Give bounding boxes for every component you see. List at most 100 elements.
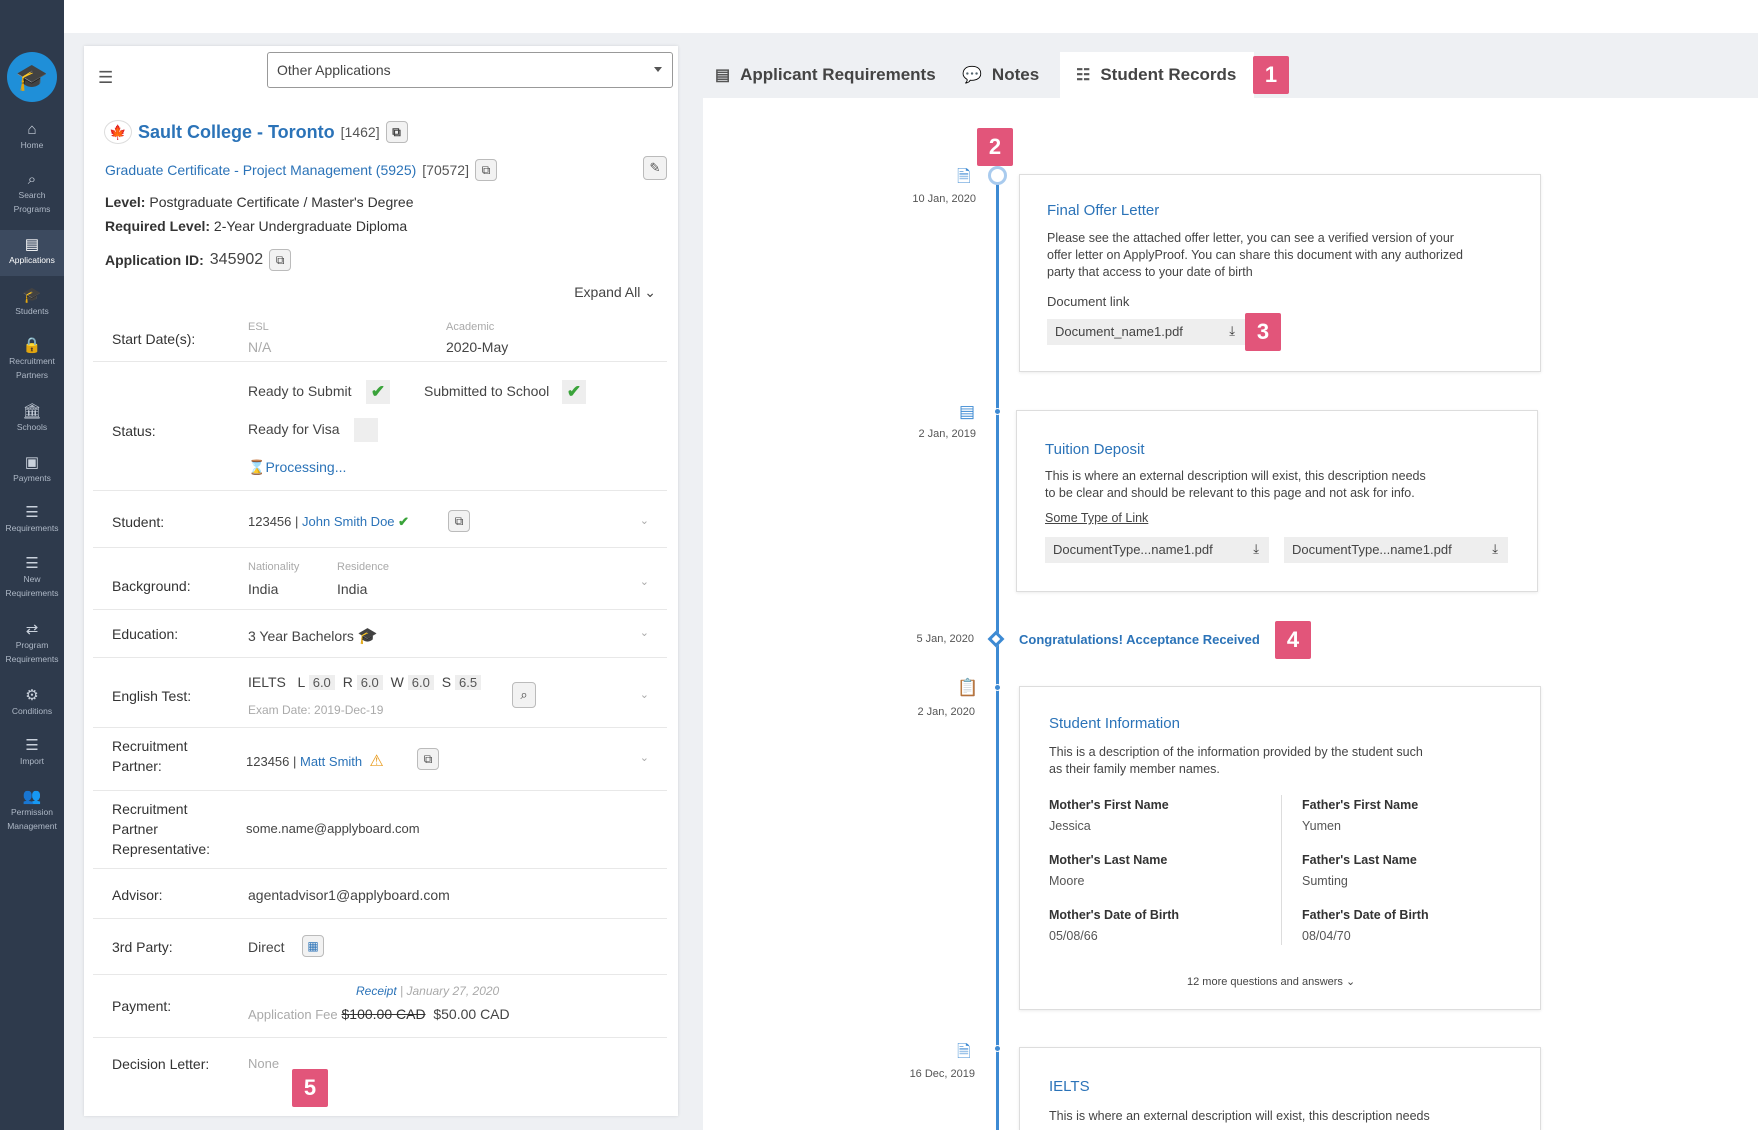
copy-icon[interactable]: ⧉ (474, 159, 497, 181)
english-test-row[interactable]: English Test: IELTS L 6.0 R 6.0 W 6.0 S … (93, 658, 667, 728)
copy-icon[interactable]: ⧉ (417, 748, 439, 770)
application-id-label: Application ID: (105, 252, 204, 268)
partner-name-link[interactable]: Matt Smith (300, 754, 362, 769)
file-name: DocumentType...name1.pdf (1292, 542, 1452, 557)
background-row[interactable]: Background: Nationality India Residence … (93, 548, 667, 610)
copy-icon[interactable]: ⧉ (385, 121, 408, 143)
row-label: Recruitment Partner Representative: (112, 799, 210, 859)
desc-line: This is a description of the information… (1049, 745, 1423, 759)
chevron-down-icon[interactable]: ⌄ (640, 514, 649, 527)
card-title: Final Offer Letter (1047, 202, 1160, 219)
row-label: Student: (112, 514, 165, 530)
student-row[interactable]: Student: 123456 | John Smith Doe ✔ ⧉ ⌄ (93, 491, 667, 548)
other-applications-select[interactable]: Other Applications (267, 52, 673, 88)
school-link[interactable]: Sault College - Toronto (138, 122, 335, 143)
label-line: Recruitment (112, 801, 188, 817)
level-value: Postgraduate Certificate / Master's Degr… (149, 194, 414, 210)
sidebar-item-label: Permission Management (7, 807, 57, 831)
field-label: Mother's First Name (1049, 798, 1169, 812)
field-value: 08/04/70 (1302, 929, 1351, 943)
file-name: DocumentType...name1.pdf (1053, 542, 1213, 557)
some-type-of-link[interactable]: Some Type of Link (1045, 510, 1148, 527)
chat-icon: 💬 (962, 67, 982, 84)
sidebar-item-import[interactable]: ☰ Import (0, 738, 64, 769)
receipt-link[interactable]: Receipt (356, 984, 397, 998)
nationality-label: Nationality (248, 561, 300, 573)
tab-student-records[interactable]: ☷ Student Records (1060, 52, 1254, 98)
list-icon: ☰ (25, 555, 39, 572)
tab-applicant-requirements[interactable]: ▤ Applicant Requirements (705, 52, 946, 98)
sidebar-item-requirements[interactable]: ☰ Requirements (0, 505, 64, 536)
sidebar: 🎓 ⌂ Home ⌕ Search Programs ▤ Applications 🎓 S… (0, 0, 64, 1130)
sidebar-item-schools[interactable]: 🏛 Schools (0, 404, 64, 435)
esl-label: ESL (248, 321, 269, 333)
row-label: Background: (112, 578, 191, 594)
gears-icon: ⚙ (25, 687, 39, 704)
applications-icon: ▤ (24, 236, 40, 253)
chevron-down-icon[interactable]: ⌄ (640, 626, 649, 639)
chevron-down-icon[interactable]: ⌄ (640, 688, 649, 701)
tab-notes[interactable]: 💬 Notes (952, 52, 1049, 98)
card-title: IELTS (1049, 1078, 1090, 1095)
exam-date: Exam Date: 2019-Dec-19 (248, 703, 384, 717)
row-label: Decision Letter: (112, 1056, 210, 1072)
old-fee: $100.00 CAD (341, 1006, 426, 1022)
sidebar-item-label: Import (19, 756, 45, 766)
download-icon[interactable]: ⤓ (1492, 541, 1498, 557)
required-level-label: Required Level: (105, 218, 211, 234)
receipt-line: Receipt | January 27, 2020 (356, 984, 499, 998)
sidebar-item-payments[interactable]: ▣ Payments (0, 455, 64, 486)
document-chip[interactable]: Document_name1.pdf ⤓ (1047, 319, 1245, 345)
table-icon[interactable]: ▦ (302, 935, 324, 957)
document-link[interactable]: Document link (1047, 293, 1129, 310)
sidebar-item-label: Recruitment Partners (9, 356, 55, 380)
chevron-down-icon[interactable]: ⌄ (640, 575, 649, 588)
education-row[interactable]: Education: 3 Year Bachelors 🎓 ⌄ (93, 610, 667, 658)
timeline-dot (994, 684, 1001, 691)
reading-score: 6.0 (356, 675, 383, 690)
timeline-node (988, 166, 1007, 185)
document-chip[interactable]: DocumentType...name1.pdf ⤓ (1284, 537, 1508, 563)
recruitment-partner-row[interactable]: Recruitment Partner: 123456 | Matt Smith … (93, 728, 667, 791)
sidebar-item-program-requirements[interactable]: ⇄ Program Requirements (0, 622, 64, 666)
chevron-down-icon[interactable]: ⌄ (640, 751, 649, 764)
program-link[interactable]: Graduate Certificate - Project Managemen… (105, 162, 416, 178)
graduation-cap-logo-icon[interactable]: 🎓 (7, 52, 57, 102)
copy-icon[interactable]: ⧉ (269, 249, 292, 271)
copy-icon[interactable]: ⧉ (448, 510, 470, 532)
ielts-card: IELTS This is where an external descript… (1019, 1047, 1541, 1130)
expand-all-button[interactable]: Expand All ⌄ (574, 284, 656, 301)
download-icon[interactable]: ⤓ (1253, 541, 1259, 557)
timeline-date: 10 Jan, 2020 (912, 193, 976, 205)
sidebar-item-applications[interactable]: ▤ Applications (0, 230, 64, 276)
more-questions-toggle[interactable]: 12 more questions and answers ⌄ (1187, 975, 1355, 988)
document-chip[interactable]: DocumentType...name1.pdf ⤓ (1045, 537, 1269, 563)
row-label: Advisor: (112, 887, 163, 903)
tab-label: Applicant Requirements (740, 65, 936, 84)
canada-flag-icon: 🍁 (104, 120, 132, 144)
hamburger-menu-icon[interactable]: ☰ (98, 68, 113, 88)
search-icon[interactable]: ⌕ (512, 682, 536, 708)
check-icon[interactable]: ✔ (366, 380, 390, 404)
sidebar-item-search-programs[interactable]: ⌕ Search Programs (0, 172, 64, 216)
column-divider (1281, 795, 1282, 945)
sidebar-item-permission-management[interactable]: 👥 Permission Management (0, 789, 64, 833)
test-name: IELTS (248, 674, 286, 690)
check-icon[interactable]: ✔ (562, 380, 586, 404)
edit-icon[interactable]: ✎ (643, 156, 667, 180)
sidebar-item-home[interactable]: ⌂ Home (0, 122, 64, 153)
student-name-link[interactable]: John Smith Doe (302, 514, 395, 529)
sidebar-item-recruitment-partners[interactable]: 🔒 Recruitment Partners (0, 338, 64, 382)
esl-value: N/A (248, 339, 272, 355)
empty-checkbox[interactable] (354, 418, 378, 442)
writing-label: W (390, 674, 404, 690)
sidebar-item-label: Students (15, 306, 49, 316)
writing-score: 6.0 (407, 675, 434, 690)
row-label: Start Date(s): (112, 331, 196, 347)
sidebar-item-students[interactable]: 🎓 Students (0, 288, 64, 319)
download-icon[interactable]: ⤓ (1229, 323, 1235, 339)
student-id: 123456 (248, 514, 292, 529)
sidebar-item-conditions[interactable]: ⚙ Conditions (0, 688, 64, 719)
sidebar-item-label: Payments (13, 473, 51, 483)
sidebar-item-new-requirements[interactable]: ☰ New Requirements (0, 556, 64, 600)
